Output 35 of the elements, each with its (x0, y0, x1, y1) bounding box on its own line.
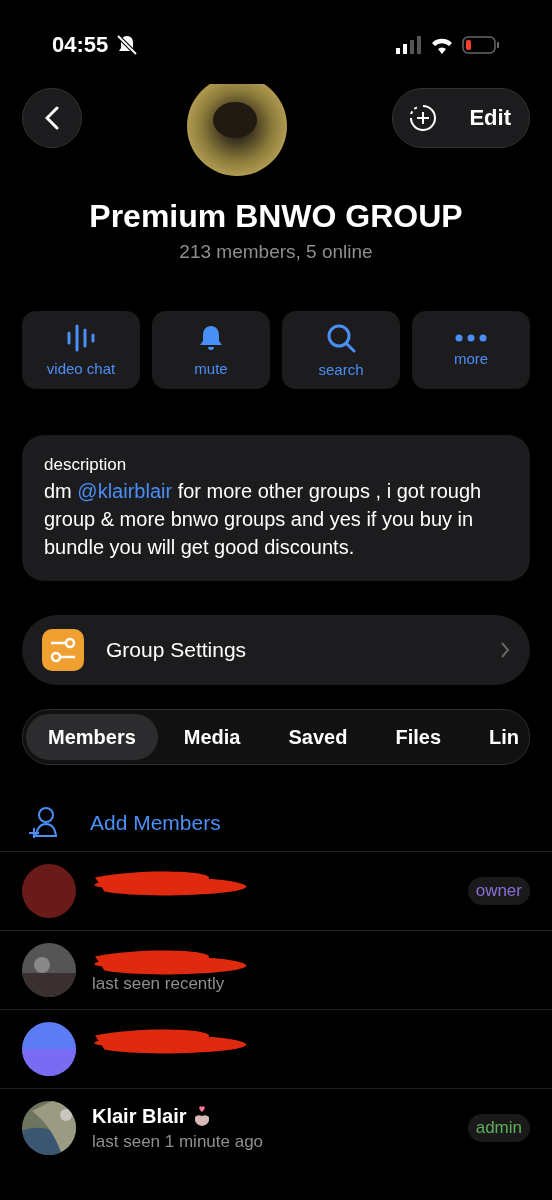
add-person-icon (28, 806, 60, 840)
wifi-icon (430, 36, 454, 54)
signal-icon (396, 36, 422, 54)
member-name: Klair Blair (92, 1104, 452, 1128)
description-heading: description (44, 455, 128, 475)
chevron-right-icon (500, 641, 510, 659)
add-story-icon (409, 104, 437, 132)
tab[interactable]: Lin (467, 714, 529, 760)
search-icon (326, 322, 356, 353)
action-button[interactable]: video chat (22, 311, 140, 389)
member-count: 213 members, 5 online (178, 241, 374, 263)
tab[interactable]: Media (161, 714, 263, 760)
add-members-button[interactable]: Add Members (0, 795, 552, 851)
description-text: dm @klairblair for more other groups , i got rough group & more bnwo groups and yes if you buy in bundle you will get good discounts. (44, 479, 483, 560)
member-status: last seen recently (92, 974, 226, 994)
tab[interactable]: Files (373, 714, 463, 760)
action-button[interactable]: search (282, 311, 400, 389)
battery-icon (462, 36, 500, 54)
action-button[interactable]: mute (152, 311, 270, 389)
group-settings-button[interactable]: Group Settings (22, 615, 530, 685)
status-time: 04:55 (52, 32, 109, 58)
sound-bars-icon (66, 323, 96, 352)
tab[interactable]: Saved (266, 714, 370, 760)
role-badge: owner (467, 877, 530, 905)
role-badge: admin (467, 1114, 530, 1142)
action-button[interactable]: more (412, 311, 530, 389)
more-icon (455, 333, 487, 342)
username-link[interactable]: @klairblair (77, 480, 173, 502)
toggles-icon (42, 629, 84, 671)
member-status: last seen 1 minute ago (92, 1131, 265, 1152)
bell-icon (197, 323, 225, 352)
tab[interactable]: Members (26, 714, 158, 760)
chevron-left-icon (45, 106, 59, 130)
group-title: Premium BNWO GROUP (88, 198, 464, 235)
edit-button[interactable]: Edit (392, 88, 530, 148)
